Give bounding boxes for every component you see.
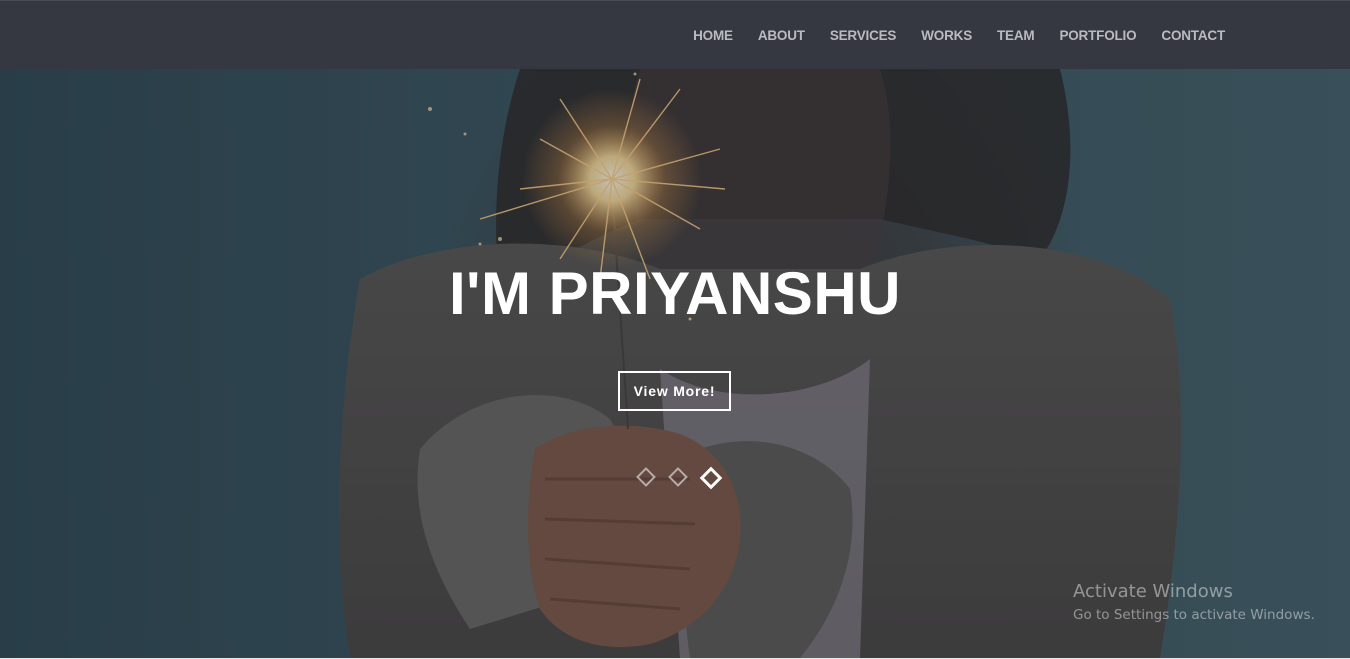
nav-item-home: HOME [693,27,733,45]
nav-item-about: ABOUT [758,27,805,45]
hero-title: I'M PRIYANSHU [449,260,901,327]
nav-item-portfolio: PORTFOLIO [1059,27,1136,45]
nav-item-team: TEAM [997,27,1035,45]
nav-link-about[interactable]: ABOUT [758,28,805,43]
nav-link-contact[interactable]: CONTACT [1161,28,1225,43]
page: HOME ABOUT SERVICES WORKS TEAM PORTFOLIO… [0,0,1350,659]
watermark-title: Activate Windows [1073,581,1233,602]
view-more-button[interactable]: View More! [618,371,731,411]
nav-link-services[interactable]: SERVICES [830,28,897,43]
nav-item-services: SERVICES [830,27,897,45]
watermark-subtitle: Go to Settings to activate Windows. [1073,607,1315,623]
hero-overlay [0,69,1350,658]
nav-item-contact: CONTACT [1161,27,1225,45]
nav-link-team[interactable]: TEAM [997,28,1035,43]
slide-indicator-1[interactable] [636,467,656,487]
nav-link-works[interactable]: WORKS [921,28,972,43]
nav-link-portfolio[interactable]: PORTFOLIO [1059,28,1136,43]
nav-menu: HOME ABOUT SERVICES WORKS TEAM PORTFOLIO… [668,1,1225,70]
navbar: HOME ABOUT SERVICES WORKS TEAM PORTFOLIO… [0,0,1350,69]
windows-activation-watermark: Activate Windows Go to Settings to activ… [1073,581,1315,625]
hero-slider: I'M PRIYANSHU View More! Activate Window… [0,69,1350,658]
slide-indicator-2[interactable] [668,467,688,487]
slide-indicator-3-active[interactable] [699,466,723,490]
slider-indicators [636,466,723,490]
nav-item-works: WORKS [921,27,972,45]
nav-link-home[interactable]: HOME [693,28,733,43]
